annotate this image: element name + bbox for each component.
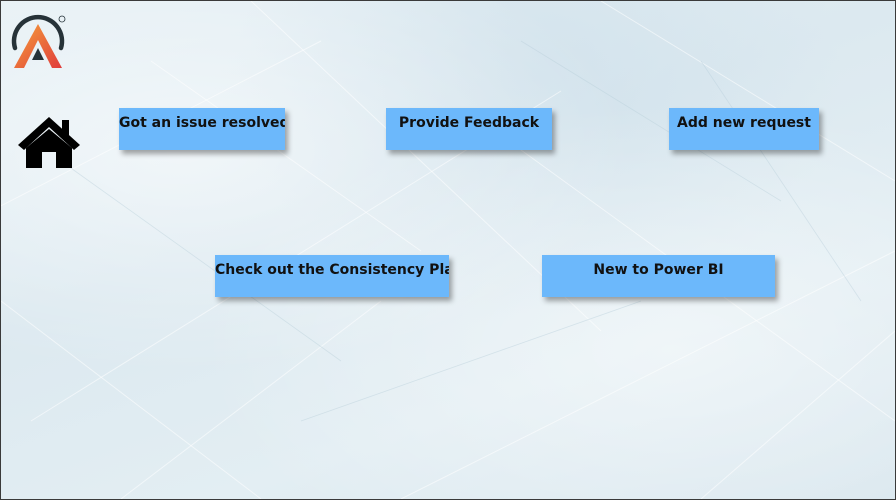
brand-logo-icon	[11, 14, 66, 68]
add-new-request-button[interactable]: Add new request	[669, 108, 819, 150]
ice-texture-background	[1, 1, 895, 499]
got-issue-resolved-button[interactable]: Got an issue resolved	[119, 108, 285, 150]
brand-logo	[10, 14, 68, 70]
new-to-power-bi-button[interactable]: New to Power BI	[542, 255, 775, 297]
consistency-plan-button[interactable]: Check out the Consistency Plan	[215, 255, 449, 297]
provide-feedback-button[interactable]: Provide Feedback	[386, 108, 552, 150]
home-button[interactable]	[16, 115, 82, 169]
home-icon	[18, 117, 80, 168]
page-canvas: Got an issue resolved Provide Feedback A…	[0, 0, 896, 500]
